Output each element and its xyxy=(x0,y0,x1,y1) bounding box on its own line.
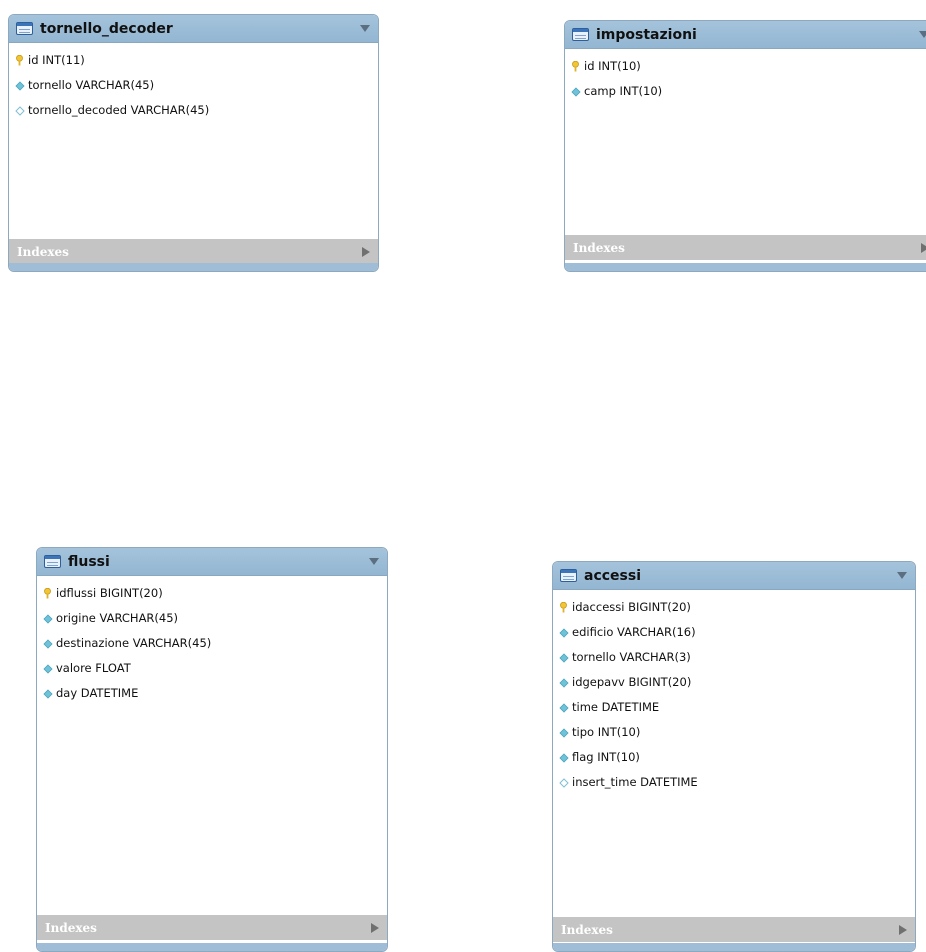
table-title: flussi xyxy=(68,553,110,570)
table-icon xyxy=(560,569,577,582)
table-icon xyxy=(572,28,589,41)
column-definition: tornello VARCHAR(3) xyxy=(572,649,691,664)
column-list: idaccessi BIGINT(20) edificio VARCHAR(16)… xyxy=(553,590,915,794)
column-row[interactable]: destinazione VARCHAR(45) xyxy=(37,630,387,655)
column-list: idflussi BIGINT(20) origine VARCHAR(45) de… xyxy=(37,576,387,705)
table-title: accessi xyxy=(584,567,642,584)
column-definition: tipo INT(10) xyxy=(572,724,641,739)
table-header[interactable]: flussi xyxy=(37,548,387,576)
column-definition: tornello VARCHAR(45) xyxy=(28,77,155,92)
column-definition: insert_time DATETIME xyxy=(572,774,698,789)
table-title: impostazioni xyxy=(596,26,697,43)
column-row[interactable]: tornello_decoded VARCHAR(45) xyxy=(9,97,378,122)
column-row[interactable]: valore FLOAT xyxy=(37,655,387,680)
column-row[interactable]: edificio VARCHAR(16) xyxy=(553,619,915,644)
column-row[interactable]: idaccessi BIGINT(20) xyxy=(553,594,915,619)
indexes-label: Indexes xyxy=(17,244,69,259)
indexes-label: Indexes xyxy=(45,920,97,935)
column-definition: tornello_decoded VARCHAR(45) xyxy=(28,102,210,117)
column-row[interactable]: flag INT(10) xyxy=(553,744,915,769)
column-row[interactable]: insert_time DATETIME xyxy=(553,769,915,794)
expand-arrow-icon[interactable] xyxy=(371,922,379,933)
expand-arrow-icon[interactable] xyxy=(899,924,907,935)
column-definition: idgepavv BIGINT(20) xyxy=(572,674,692,689)
table-header[interactable]: impostazioni xyxy=(565,21,926,49)
expand-arrow-icon[interactable] xyxy=(921,242,926,253)
column-row[interactable]: tornello VARCHAR(3) xyxy=(553,644,915,669)
column-diamond-icon xyxy=(559,627,569,638)
table-title: tornello_decoder xyxy=(40,20,173,37)
column-list: id INT(10) camp INT(10) xyxy=(565,49,926,103)
column-row[interactable]: idflussi BIGINT(20) xyxy=(37,580,387,605)
column-definition: time DATETIME xyxy=(572,699,660,714)
table-footer-strip xyxy=(553,943,915,951)
indexes-section[interactable]: Indexes xyxy=(9,239,378,264)
column-definition: day DATETIME xyxy=(56,685,139,700)
column-diamond-icon xyxy=(559,702,569,713)
column-row[interactable]: camp INT(10) xyxy=(565,78,926,103)
table-flussi[interactable]: flussi idflussi BIGINT(20) origine VARCHA… xyxy=(36,547,388,952)
column-diamond-icon xyxy=(559,727,569,738)
indexes-section[interactable]: Indexes xyxy=(565,235,926,260)
indexes-label: Indexes xyxy=(561,922,613,937)
table-impostazioni[interactable]: impostazioni id INT(10) camp INT(10) Inde… xyxy=(564,20,926,272)
column-row[interactable]: time DATETIME xyxy=(553,694,915,719)
column-row[interactable]: id INT(11) xyxy=(9,47,378,72)
column-definition: destinazione VARCHAR(45) xyxy=(56,635,212,650)
column-diamond-icon xyxy=(43,613,53,624)
column-diamond-icon xyxy=(559,752,569,763)
column-row[interactable]: origine VARCHAR(45) xyxy=(37,605,387,630)
table-header[interactable]: accessi xyxy=(553,562,915,590)
table-accessi[interactable]: accessi idaccessi BIGINT(20) edificio VAR… xyxy=(552,561,916,952)
column-definition: id INT(11) xyxy=(28,52,85,67)
table-footer-strip xyxy=(565,263,926,271)
column-row[interactable]: day DATETIME xyxy=(37,680,387,705)
column-diamond-icon xyxy=(571,86,581,97)
column-diamond-icon xyxy=(559,652,569,663)
indexes-label: Indexes xyxy=(573,240,625,255)
column-diamond-icon xyxy=(43,688,53,699)
primary-key-icon xyxy=(571,60,580,71)
column-diamond-icon xyxy=(43,638,53,649)
table-tornello-decoder[interactable]: tornello_decoder id INT(11) tornello VARC… xyxy=(8,14,379,272)
primary-key-icon xyxy=(559,601,568,612)
column-definition: edificio VARCHAR(16) xyxy=(572,624,696,639)
column-list: id INT(11) tornello VARCHAR(45) tornello_d… xyxy=(9,43,378,122)
column-diamond-icon xyxy=(559,677,569,688)
primary-key-icon xyxy=(15,54,24,65)
collapse-triangle-icon[interactable] xyxy=(360,25,370,32)
column-definition: id INT(10) xyxy=(584,58,641,73)
nullable-diamond-icon xyxy=(559,777,569,788)
indexes-section[interactable]: Indexes xyxy=(37,915,387,940)
collapse-triangle-icon[interactable] xyxy=(369,558,379,565)
column-diamond-icon xyxy=(15,80,25,91)
primary-key-icon xyxy=(43,587,52,598)
collapse-triangle-icon[interactable] xyxy=(919,31,926,38)
table-header[interactable]: tornello_decoder xyxy=(9,15,378,43)
nullable-diamond-icon xyxy=(15,105,25,116)
collapse-triangle-icon[interactable] xyxy=(897,572,907,579)
table-icon xyxy=(44,555,61,568)
column-definition: flag INT(10) xyxy=(572,749,640,764)
column-definition: valore FLOAT xyxy=(56,660,131,675)
column-diamond-icon xyxy=(43,663,53,674)
indexes-section[interactable]: Indexes xyxy=(553,917,915,942)
table-icon xyxy=(16,22,33,35)
column-definition: camp INT(10) xyxy=(584,83,663,98)
column-row[interactable]: idgepavv BIGINT(20) xyxy=(553,669,915,694)
table-footer-strip xyxy=(37,943,387,951)
column-definition: idflussi BIGINT(20) xyxy=(56,585,163,600)
table-footer-strip xyxy=(9,263,378,271)
expand-arrow-icon[interactable] xyxy=(362,246,370,257)
column-definition: origine VARCHAR(45) xyxy=(56,610,179,625)
column-row[interactable]: tornello VARCHAR(45) xyxy=(9,72,378,97)
column-row[interactable]: id INT(10) xyxy=(565,53,926,78)
column-definition: idaccessi BIGINT(20) xyxy=(572,599,691,614)
column-row[interactable]: tipo INT(10) xyxy=(553,719,915,744)
